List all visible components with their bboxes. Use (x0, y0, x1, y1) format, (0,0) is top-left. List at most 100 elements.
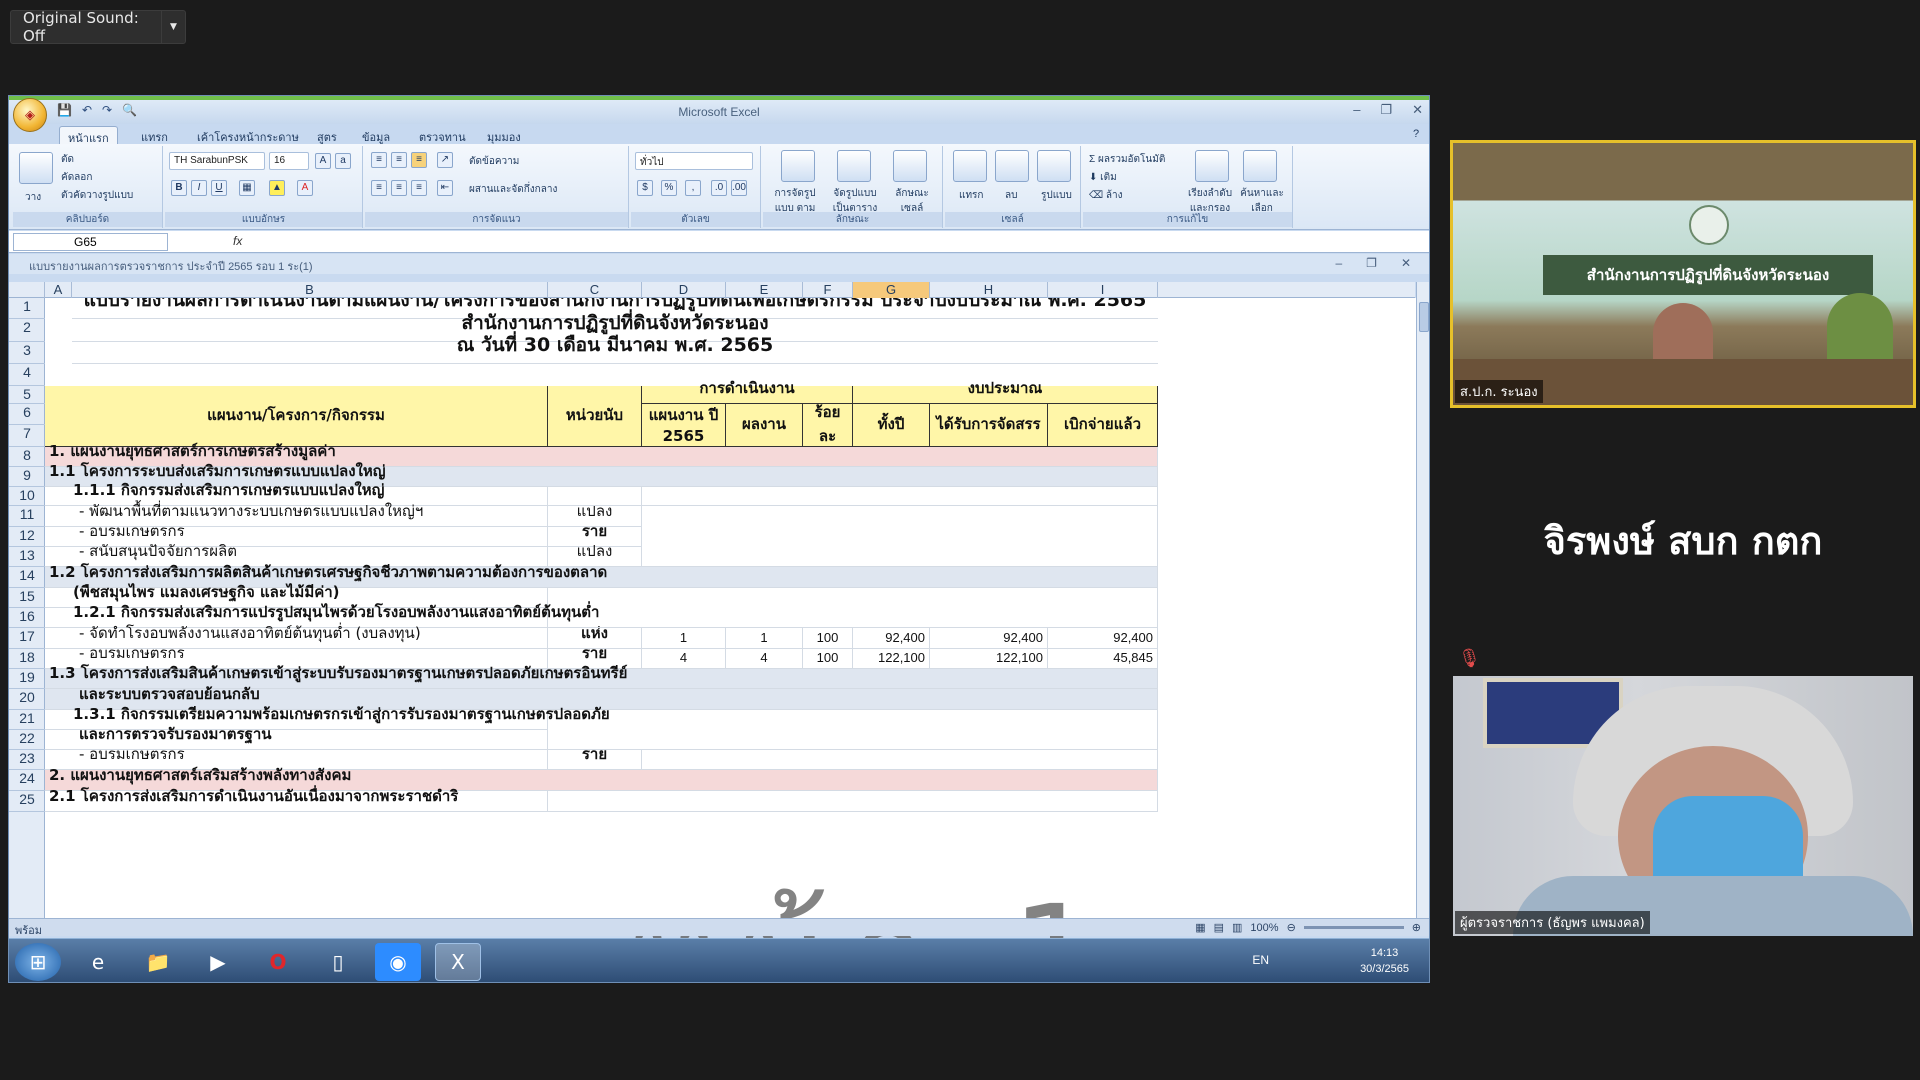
decrease-indent-icon[interactable]: ⇤ (437, 180, 453, 196)
zoom-slider[interactable] (1303, 926, 1404, 929)
underline-icon[interactable]: U (211, 180, 227, 196)
currency-icon[interactable]: $ (637, 180, 653, 196)
column-header-a[interactable]: A (45, 282, 72, 298)
row-header[interactable]: 11 (9, 506, 45, 527)
row-header[interactable]: 10 (9, 487, 45, 506)
tab-review[interactable]: ตรวจทาน (411, 126, 474, 144)
decrease-decimal-icon[interactable]: .00 (731, 180, 747, 196)
worksheet-grid[interactable]: แบบรายงานผลการดำเนินงานตามแผนงาน/โครงการ… (45, 298, 1416, 918)
file-explorer-icon[interactable]: 📁 (135, 943, 181, 981)
align-right-icon[interactable]: ≡ (411, 180, 427, 196)
document-icon[interactable]: ▯ (315, 943, 361, 981)
cell-styles-icon[interactable] (893, 150, 927, 182)
fill-color-icon[interactable]: ▲ (269, 180, 285, 196)
row-header[interactable]: 15 (9, 588, 45, 608)
zoom-in-icon[interactable]: ⊕ (1412, 921, 1421, 934)
fill-button[interactable]: ⬇ เติม (1089, 170, 1117, 185)
row-header[interactable]: 12 (9, 527, 45, 547)
scrollbar-thumb[interactable] (1419, 302, 1429, 332)
system-clock[interactable]: 14:13 30/3/2565 (1360, 945, 1409, 977)
align-left-icon[interactable]: ≡ (371, 180, 387, 196)
format-painter-button[interactable]: ตัวคัดวางรูปแบบ (61, 188, 133, 203)
opera-icon[interactable]: O (255, 943, 301, 981)
tab-formulas[interactable]: สูตร (309, 126, 345, 144)
delete-label[interactable]: ลบ (1005, 188, 1017, 203)
zoom-out-icon[interactable]: ⊖ (1287, 921, 1296, 934)
clear-button[interactable]: ⌫ ล้าง (1089, 188, 1123, 203)
row-header[interactable]: 19 (9, 669, 45, 689)
start-button-icon[interactable]: ⊞ (15, 943, 61, 981)
borders-icon[interactable]: ▦ (239, 180, 255, 196)
tab-insert[interactable]: แทรก (133, 126, 176, 144)
row-header[interactable]: 16 (9, 608, 45, 628)
copy-button[interactable]: คัดลอก (61, 170, 92, 185)
empty-cell[interactable] (548, 791, 1158, 812)
column-header-d[interactable]: D (642, 282, 726, 298)
format-as-table-icon[interactable] (837, 150, 871, 182)
page-layout-view-icon[interactable]: ▤ (1214, 921, 1224, 934)
row-header[interactable]: 18 (9, 649, 45, 669)
column-header-h[interactable]: H (930, 282, 1048, 298)
tab-home[interactable]: หน้าแรก (59, 126, 118, 145)
name-box[interactable]: G65 (13, 233, 168, 251)
column-header-b[interactable]: B (72, 282, 548, 298)
row-header[interactable]: 22 (9, 730, 45, 750)
page-break-view-icon[interactable]: ▥ (1232, 921, 1242, 934)
row-header[interactable]: 5 (9, 386, 45, 404)
paste-label[interactable]: วาง (25, 190, 41, 205)
align-bottom-icon[interactable]: ≡ (411, 152, 427, 168)
column-header-f[interactable]: F (803, 282, 853, 298)
row-header[interactable]: 23 (9, 750, 45, 770)
insert-cells-icon[interactable] (953, 150, 987, 182)
font-color-icon[interactable]: A (297, 180, 313, 196)
row-header[interactable]: 13 (9, 547, 45, 567)
italic-icon[interactable]: I (191, 180, 207, 196)
row-header[interactable]: 7 (9, 425, 45, 447)
tab-data[interactable]: ข้อมูล (354, 126, 398, 144)
empty-cell[interactable] (548, 588, 1158, 628)
paste-icon[interactable] (19, 152, 53, 184)
align-middle-icon[interactable]: ≡ (391, 152, 407, 168)
vertical-scrollbar[interactable] (1416, 282, 1429, 918)
row-header[interactable]: 3 (9, 342, 45, 364)
column-header-g[interactable]: G (853, 282, 930, 298)
participant-video-ranong[interactable]: สำนักงานการปฏิรูปที่ดินจังหวัดระนอง ส.ป.… (1450, 140, 1916, 408)
bold-icon[interactable]: B (171, 180, 187, 196)
comma-icon[interactable]: , (685, 180, 701, 196)
autosum-button[interactable]: Σ ผลรวมอัตโนมัติ (1089, 152, 1165, 167)
grow-font-icon[interactable]: A (315, 153, 331, 169)
column-header-i[interactable]: I (1048, 282, 1158, 298)
office-button[interactable]: ◈ (13, 98, 47, 132)
empty-cell[interactable] (642, 506, 1158, 567)
percent-icon[interactable]: % (661, 180, 677, 196)
empty-cell[interactable] (642, 750, 1158, 770)
cut-button[interactable]: ตัด (61, 152, 74, 167)
align-top-icon[interactable]: ≡ (371, 152, 387, 168)
row-header[interactable]: 21 (9, 710, 45, 730)
wrap-text-button[interactable]: ตัดข้อความ (469, 154, 519, 169)
increase-decimal-icon[interactable]: .0 (711, 180, 727, 196)
participant-name-tile[interactable]: จิรพงษ์ สบก กตก (1450, 510, 1916, 571)
row-header[interactable]: 4 (9, 364, 45, 386)
help-icon[interactable]: ? (1413, 126, 1419, 144)
excel-app-icon[interactable]: X (435, 943, 481, 981)
format-label[interactable]: รูปแบบ (1041, 188, 1072, 203)
doc-minimize-icon[interactable]: – (1335, 256, 1342, 270)
conditional-formatting-icon[interactable] (781, 150, 815, 182)
row-header[interactable]: 25 (9, 791, 45, 812)
zoom-app-icon[interactable]: ◉ (375, 943, 421, 981)
restore-icon[interactable]: ❐ (1380, 102, 1392, 118)
column-header-c[interactable]: C (548, 282, 642, 298)
format-cells-icon[interactable] (1037, 150, 1071, 182)
insert-label[interactable]: แทรก (959, 188, 983, 203)
doc-close-icon[interactable]: ✕ (1401, 256, 1411, 270)
merge-center-button[interactable]: ผสานและจัดกึ่งกลาง (469, 182, 557, 197)
row-header[interactable]: 6 (9, 404, 45, 425)
language-indicator[interactable]: EN (1252, 953, 1269, 967)
doc-restore-icon[interactable]: ❐ (1366, 256, 1377, 270)
row-header[interactable]: 24 (9, 770, 45, 791)
row-header[interactable]: 2 (9, 319, 45, 342)
shrink-font-icon[interactable]: a (335, 153, 351, 169)
column-header-e[interactable]: E (726, 282, 803, 298)
font-name-select[interactable]: TH SarabunPSK (169, 152, 265, 170)
